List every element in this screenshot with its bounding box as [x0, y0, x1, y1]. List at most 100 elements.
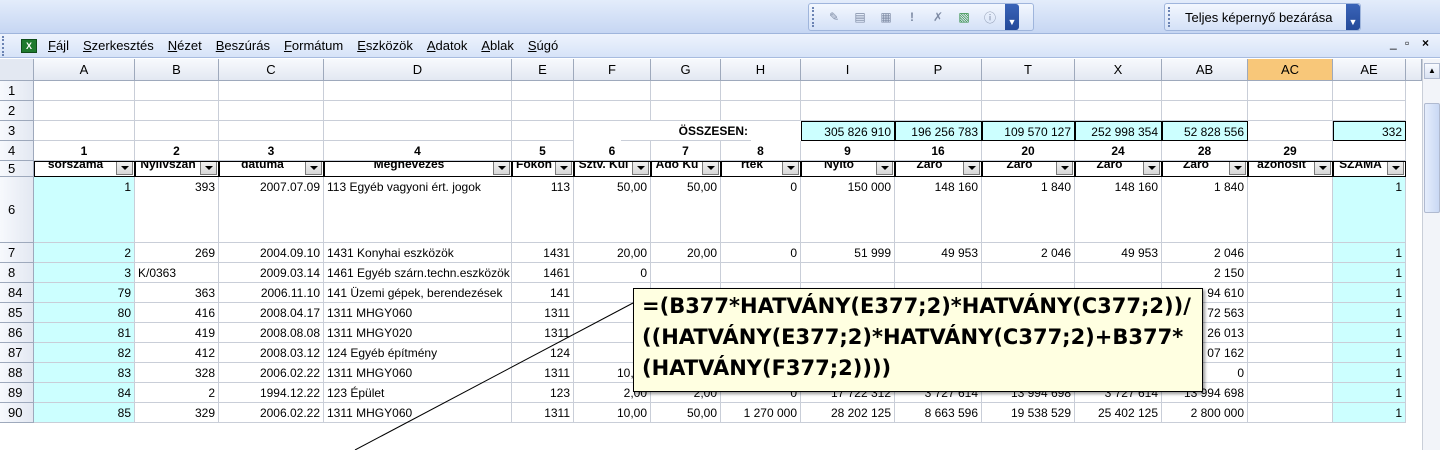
column-header-ae[interactable]: AE — [1333, 59, 1406, 81]
row-header-2[interactable]: 2 — [0, 101, 34, 121]
sum-cell[interactable]: 332 — [1333, 121, 1406, 141]
data-cell[interactable]: 2 150 — [1162, 263, 1248, 283]
data-cell[interactable]: 80 — [34, 303, 135, 323]
empty-cell[interactable] — [135, 101, 219, 121]
data-cell[interactable]: 3 — [34, 263, 135, 283]
empty-cell[interactable] — [512, 81, 574, 101]
empty-cell[interactable] — [34, 101, 135, 121]
data-cell[interactable]: 1311 — [512, 363, 574, 383]
empty-cell[interactable] — [512, 101, 574, 121]
empty-cell[interactable] — [1333, 81, 1406, 101]
data-cell[interactable]: 329 — [135, 403, 219, 423]
data-cell[interactable]: 416 — [135, 303, 219, 323]
column-header-ab[interactable]: AB — [1162, 59, 1248, 81]
data-cell[interactable]: 49 953 — [1075, 243, 1162, 263]
minimize-icon[interactable]: _ — [1390, 36, 1397, 50]
data-cell[interactable]: 1431 — [512, 243, 574, 263]
data-cell[interactable]: 49 953 — [895, 243, 982, 263]
data-cell[interactable]: 1 840 — [1162, 177, 1248, 243]
empty-cell[interactable] — [219, 121, 324, 141]
data-cell[interactable]: 1 — [1333, 383, 1406, 403]
empty-cell[interactable] — [895, 101, 982, 121]
row-header-1[interactable]: 1 — [0, 81, 34, 101]
empty-cell[interactable] — [512, 121, 574, 141]
data-cell[interactable]: 83 — [34, 363, 135, 383]
empty-cell[interactable] — [895, 81, 982, 101]
data-cell[interactable]: 123 Épület — [324, 383, 512, 403]
data-cell[interactable]: 1311 MHGY060 — [324, 403, 512, 423]
data-cell[interactable]: 2 — [135, 383, 219, 403]
sum-cell[interactable]: 305 826 910 — [801, 121, 895, 141]
row-header-5[interactable]: 5 — [0, 161, 34, 177]
data-cell[interactable]: 50,00 — [651, 403, 721, 423]
data-cell[interactable]: 269 — [135, 243, 219, 263]
empty-cell[interactable] — [324, 81, 512, 101]
empty-cell[interactable] — [982, 101, 1075, 121]
sheet-icon[interactable]: ▧ — [954, 8, 974, 26]
restore-icon[interactable]: ▫ — [1405, 36, 1409, 50]
data-cell[interactable]: 1311 MHGY060 — [324, 303, 512, 323]
data-cell[interactable]: 1 840 — [982, 177, 1075, 243]
empty-cell[interactable] — [324, 101, 512, 121]
data-cell[interactable]: 124 — [512, 343, 574, 363]
row-header-3[interactable]: 3 — [0, 121, 34, 141]
data-cell[interactable]: 1 — [1333, 343, 1406, 363]
field-icon[interactable]: ▦ — [876, 8, 896, 26]
menu-format[interactable]: Formátum — [277, 35, 350, 57]
empty-cell[interactable] — [219, 101, 324, 121]
data-cell[interactable] — [651, 263, 721, 283]
data-cell[interactable]: 1 — [1333, 363, 1406, 383]
row-header-8[interactable]: 8 — [0, 263, 34, 283]
autofilter-dropdown-icon[interactable] — [1056, 162, 1073, 175]
empty-cell[interactable] — [1248, 101, 1333, 121]
menu-grip[interactable] — [2, 35, 8, 56]
empty-cell[interactable] — [135, 121, 219, 141]
column-header-x[interactable]: X — [1075, 59, 1162, 81]
column-header-e[interactable]: E — [512, 59, 574, 81]
data-cell[interactable]: 2006.11.10 — [219, 283, 324, 303]
autofilter-dropdown-icon[interactable] — [1314, 162, 1331, 175]
empty-cell[interactable] — [1333, 101, 1406, 121]
data-cell[interactable]: 1 — [1333, 303, 1406, 323]
data-cell[interactable] — [1248, 383, 1333, 403]
data-cell[interactable]: 2004.09.10 — [219, 243, 324, 263]
data-cell[interactable]: 0 — [574, 263, 651, 283]
data-cell[interactable]: 1461 — [512, 263, 574, 283]
empty-cell[interactable] — [219, 81, 324, 101]
data-cell[interactable] — [801, 263, 895, 283]
vertical-scrollbar[interactable]: ▲ — [1422, 59, 1440, 450]
data-cell[interactable] — [1248, 283, 1333, 303]
data-cell[interactable]: 2008.04.17 — [219, 303, 324, 323]
data-cell[interactable]: 2 800 000 — [1162, 403, 1248, 423]
data-cell[interactable] — [1248, 403, 1333, 423]
row-header-6[interactable]: 6 — [0, 177, 34, 243]
review-icon[interactable]: ✎ — [824, 8, 844, 26]
data-cell[interactable]: 150 000 — [801, 177, 895, 243]
autofilter-dropdown-icon[interactable] — [1387, 162, 1404, 175]
data-cell[interactable] — [982, 263, 1075, 283]
row-header-7[interactable]: 7 — [0, 243, 34, 263]
column-header-ac[interactable]: AC — [1248, 59, 1333, 81]
column-header-c[interactable]: C — [219, 59, 324, 81]
data-cell[interactable] — [895, 263, 982, 283]
menu-insert[interactable]: Beszúrás — [209, 35, 277, 57]
menu-edit[interactable]: Szerkesztés — [76, 35, 161, 57]
data-cell[interactable] — [1248, 263, 1333, 283]
excel-document-icon[interactable]: X — [21, 38, 37, 53]
data-cell[interactable]: 393 — [135, 177, 219, 243]
autofilter-dropdown-icon[interactable] — [1229, 162, 1246, 175]
empty-cell[interactable] — [1162, 101, 1248, 121]
column-header-p[interactable]: P — [895, 59, 982, 81]
empty-cell[interactable] — [721, 101, 801, 121]
data-cell[interactable]: 141 Üzemi gépek, berendezések — [324, 283, 512, 303]
autofilter-dropdown-icon[interactable] — [702, 162, 719, 175]
data-cell[interactable]: 1311 — [512, 403, 574, 423]
column-header-g[interactable]: G — [651, 59, 721, 81]
empty-cell[interactable] — [801, 81, 895, 101]
column-header-a[interactable]: A — [34, 59, 135, 81]
column-header-f[interactable]: F — [574, 59, 651, 81]
data-cell[interactable]: 328 — [135, 363, 219, 383]
data-cell[interactable]: 124 Egyéb építmény — [324, 343, 512, 363]
data-cell[interactable]: 148 160 — [1075, 177, 1162, 243]
row-header-87[interactable]: 87 — [0, 343, 34, 363]
